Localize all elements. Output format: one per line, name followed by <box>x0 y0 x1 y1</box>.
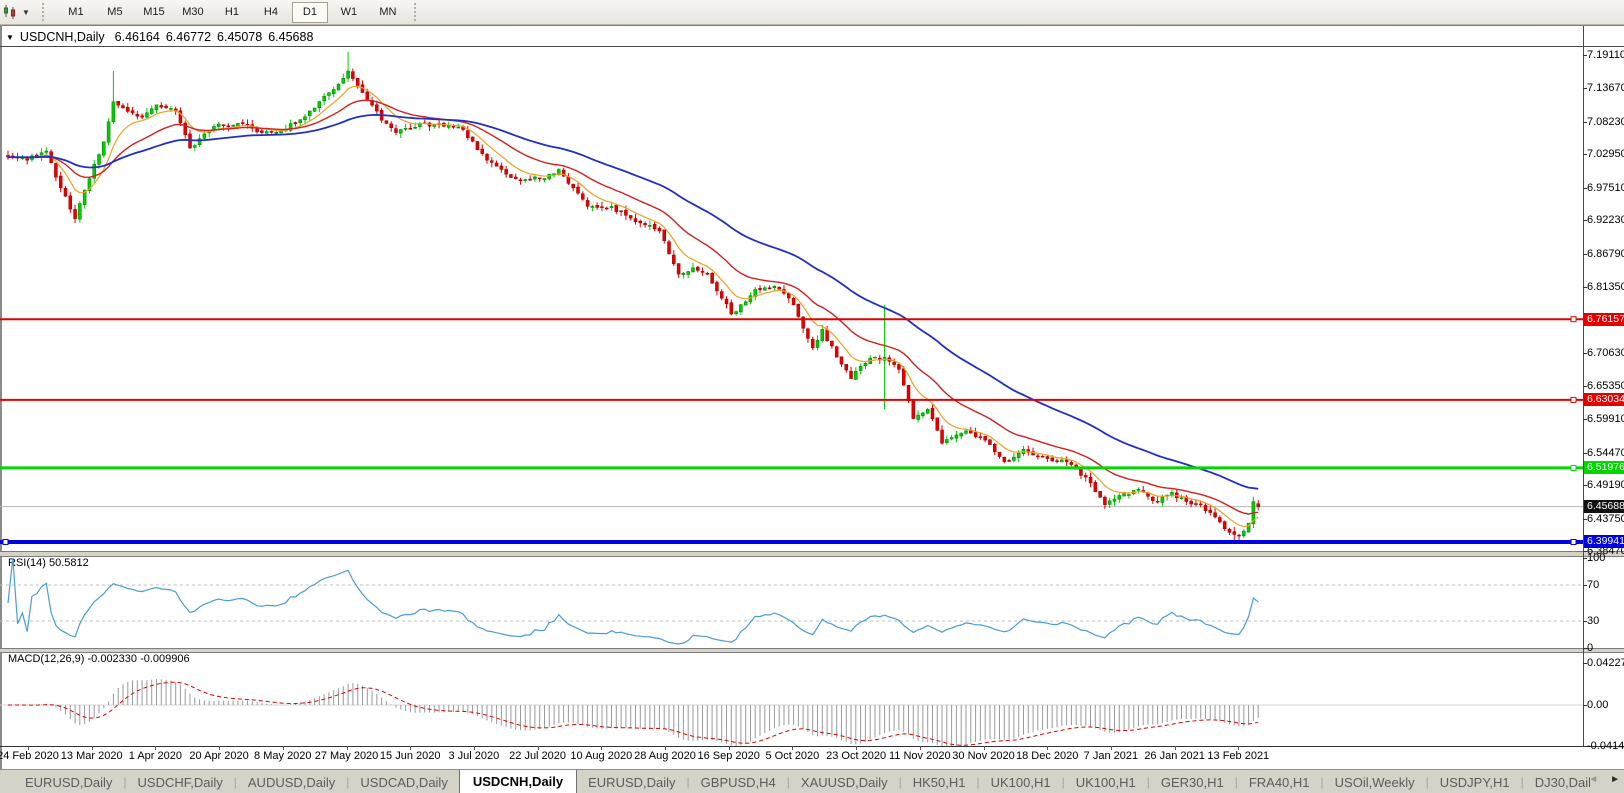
time-axis-label: 10 Aug 2020 <box>570 750 633 762</box>
timeframe-button-w1[interactable]: W1 <box>331 2 367 23</box>
mt4-window: ▼ M1 M5 M15 M30 H1 H4 D1 W1 MN ▼ USDCNH,Daily 6.… <box>0 0 1624 793</box>
chart-tab-hk50-h1[interactable]: HK50,H1 <box>902 771 977 793</box>
chart-tab-usdcad-daily[interactable]: USDCAD,Daily <box>349 771 458 793</box>
chart-tab-eurusd-daily[interactable]: EURUSD,Daily <box>577 771 686 793</box>
timeframe-button-m1[interactable]: M1 <box>58 2 94 23</box>
time-axis-label: 26 Jan 2021 <box>1144 750 1205 762</box>
time-axis-label: 27 May 2020 <box>314 750 379 762</box>
macd-axis-label: 0.042275 <box>1587 656 1624 669</box>
tab-scroll-arrows: ◄ ► <box>1588 774 1620 785</box>
time-axis-label: 15 Jun 2020 <box>379 750 441 762</box>
price-axis-label: 6.59910 <box>1587 413 1624 426</box>
rsi-axis-label: 100 <box>1587 552 1606 564</box>
timeframe-button-m30[interactable]: M30 <box>175 2 211 23</box>
time-axis-label: 8 May 2020 <box>254 750 312 762</box>
hline-price-badge: 6.76157 <box>1584 312 1624 326</box>
chart-tool-glyph <box>4 5 15 19</box>
time-axis-label: 30 Nov 2020 <box>952 750 1015 762</box>
ohlc-low: 6.45078 <box>217 30 263 44</box>
chart-tab-dj30-daily[interactable]: DJ30,Daily <box>1524 771 1590 793</box>
time-axis-label: 11 Nov 2020 <box>889 750 951 762</box>
price-axis-label: 6.54470 <box>1587 446 1624 459</box>
tab-scroll-left-icon[interactable]: ◄ <box>1588 774 1598 785</box>
price-axis-label: 6.92230 <box>1587 214 1624 227</box>
price-axis-label: 7.08230 <box>1587 115 1624 128</box>
timeframe-toolbar: ▼ M1 M5 M15 M30 H1 H4 D1 W1 MN <box>0 0 1624 25</box>
time-axis-label: 18 Dec 2020 <box>1015 750 1079 762</box>
price-axis-label: 6.43750 <box>1587 512 1624 525</box>
price-axis-label: 6.86790 <box>1587 247 1624 260</box>
toolbar-grip-2[interactable] <box>413 3 422 21</box>
time-axis-label: 20 Apr 2020 <box>189 750 249 762</box>
rsi-axis-label: 30 <box>1587 615 1600 627</box>
time-axis-label: 13 Mar 2020 <box>60 750 123 762</box>
chart-symbol: USDCNH,Daily <box>19 30 105 44</box>
chart-title: ▼ USDCNH,Daily 6.46164 6.46772 6.45078 6… <box>6 29 319 45</box>
macd-axis-label: 0.00 <box>1587 699 1609 711</box>
time-axis-label: 1 Apr 2020 <box>128 750 182 762</box>
ohlc-high: 6.46772 <box>165 30 212 44</box>
chart-bottom-border <box>0 746 1624 747</box>
price-axis-label: 7.19110 <box>1587 49 1624 61</box>
chart-tool-dropdown-icon[interactable]: ▼ <box>22 8 30 17</box>
time-axis-label: 13 Feb 2021 <box>1207 750 1270 762</box>
timeframe-button-h4[interactable]: H4 <box>253 2 289 23</box>
price-axis-label: 6.81350 <box>1587 281 1624 294</box>
price-axis-label: 7.13670 <box>1587 82 1624 95</box>
chart-tab-audusd-daily[interactable]: AUDUSD,Daily <box>237 771 346 793</box>
price-axis-label: 6.97510 <box>1587 181 1624 194</box>
time-axis-label: 7 Jan 2021 <box>1083 750 1139 762</box>
window-menu-icon[interactable]: ▼ <box>6 33 14 42</box>
chart-tab-usdcnh-daily[interactable]: USDCNH,Daily <box>458 770 578 793</box>
chart-tool-icon[interactable] <box>2 4 20 20</box>
price-axis-label: 7.02950 <box>1587 148 1624 161</box>
timeframe-button-m5[interactable]: M5 <box>97 2 133 23</box>
tab-scroll-right-icon[interactable]: ► <box>1610 774 1620 785</box>
macd-axis-label: -0.04148 <box>1587 740 1624 753</box>
rsi-axis-label: 70 <box>1587 579 1600 591</box>
chart-tabs: EURUSD,Daily | USDCHF,Daily | AUDUSD,Daily | U… <box>0 770 1590 793</box>
hline-price-badge: 6.63034 <box>1584 393 1624 407</box>
chart-tab-xauusd-daily[interactable]: XAUUSD,Daily <box>790 771 899 793</box>
rsi-axis-label: 0 <box>1587 642 1594 654</box>
timeframe-buttons: M1 M5 M15 M30 H1 H4 D1 W1 MN <box>58 1 406 23</box>
timeframe-button-m15[interactable]: M15 <box>136 2 172 23</box>
chart-tab-eurusd-daily[interactable]: EURUSD,Daily <box>14 771 123 793</box>
current-price-badge: 6.45688 <box>1584 500 1624 514</box>
chart-tab-ger30-h1[interactable]: GER30,H1 <box>1150 771 1235 793</box>
chart-tab-bar: EURUSD,Daily | USDCHF,Daily | AUDUSD,Daily | U… <box>0 769 1624 793</box>
time-axis-label: 16 Sep 2020 <box>697 750 760 762</box>
main-chart-canvas[interactable] <box>0 46 1583 551</box>
macd-canvas[interactable] <box>0 651 1583 746</box>
price-axis-label: 6.49190 <box>1587 479 1624 492</box>
time-axis-label: 5 Oct 2020 <box>765 750 820 762</box>
chart-frame-top-border <box>0 25 1624 26</box>
chart-tab-usdjpy-h1[interactable]: USDJPY,H1 <box>1429 771 1521 793</box>
hline-price-badge: 6.51976 <box>1584 461 1624 475</box>
chart-tab-gbpusd-h4[interactable]: GBPUSD,H4 <box>690 771 787 793</box>
ohlc-close: 6.45688 <box>268 30 314 44</box>
price-axis-label: 6.70630 <box>1587 347 1624 360</box>
chart-tab-uk100-h1[interactable]: UK100,H1 <box>1065 771 1147 793</box>
chart-tab-fra40-h1[interactable]: FRA40,H1 <box>1238 771 1321 793</box>
time-axis-label: 23 Oct 2020 <box>826 750 887 762</box>
ohlc-open: 6.46164 <box>114 30 160 44</box>
chart-tab-uk100-h1[interactable]: UK100,H1 <box>980 771 1062 793</box>
hline-price-badge: 6.39941 <box>1584 535 1624 549</box>
timeframe-button-mn[interactable]: MN <box>370 2 406 23</box>
chart-tab-usdchf-daily[interactable]: USDCHF,Daily <box>127 771 234 793</box>
price-axis-label: 6.65350 <box>1587 379 1624 392</box>
time-axis-label: 22 Jul 2020 <box>509 750 567 762</box>
chart-tab-usoil-weekly[interactable]: USOil,Weekly <box>1324 771 1426 793</box>
toolbar-grip[interactable] <box>41 3 50 21</box>
rsi-canvas[interactable] <box>0 555 1583 648</box>
time-axis-label: 3 Jul 2020 <box>448 750 500 762</box>
timeframe-button-h1[interactable]: H1 <box>214 2 250 23</box>
timeframe-button-d1[interactable]: D1 <box>291 1 328 23</box>
time-axis-label: 24 Feb 2020 <box>0 750 59 762</box>
time-axis-label: 28 Aug 2020 <box>634 750 696 762</box>
